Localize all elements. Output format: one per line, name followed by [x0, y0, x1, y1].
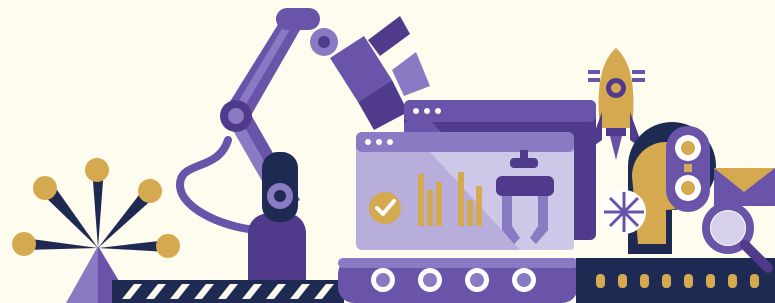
conveyor-belt-icon — [338, 258, 775, 303]
conveyor-stripes — [112, 280, 344, 303]
factory-automation-illustration — [12, 8, 775, 303]
envelope-icon — [714, 168, 775, 206]
browser-window-icon — [356, 132, 574, 250]
traffic-light-icon — [666, 126, 710, 212]
checkmark-icon — [369, 192, 401, 224]
